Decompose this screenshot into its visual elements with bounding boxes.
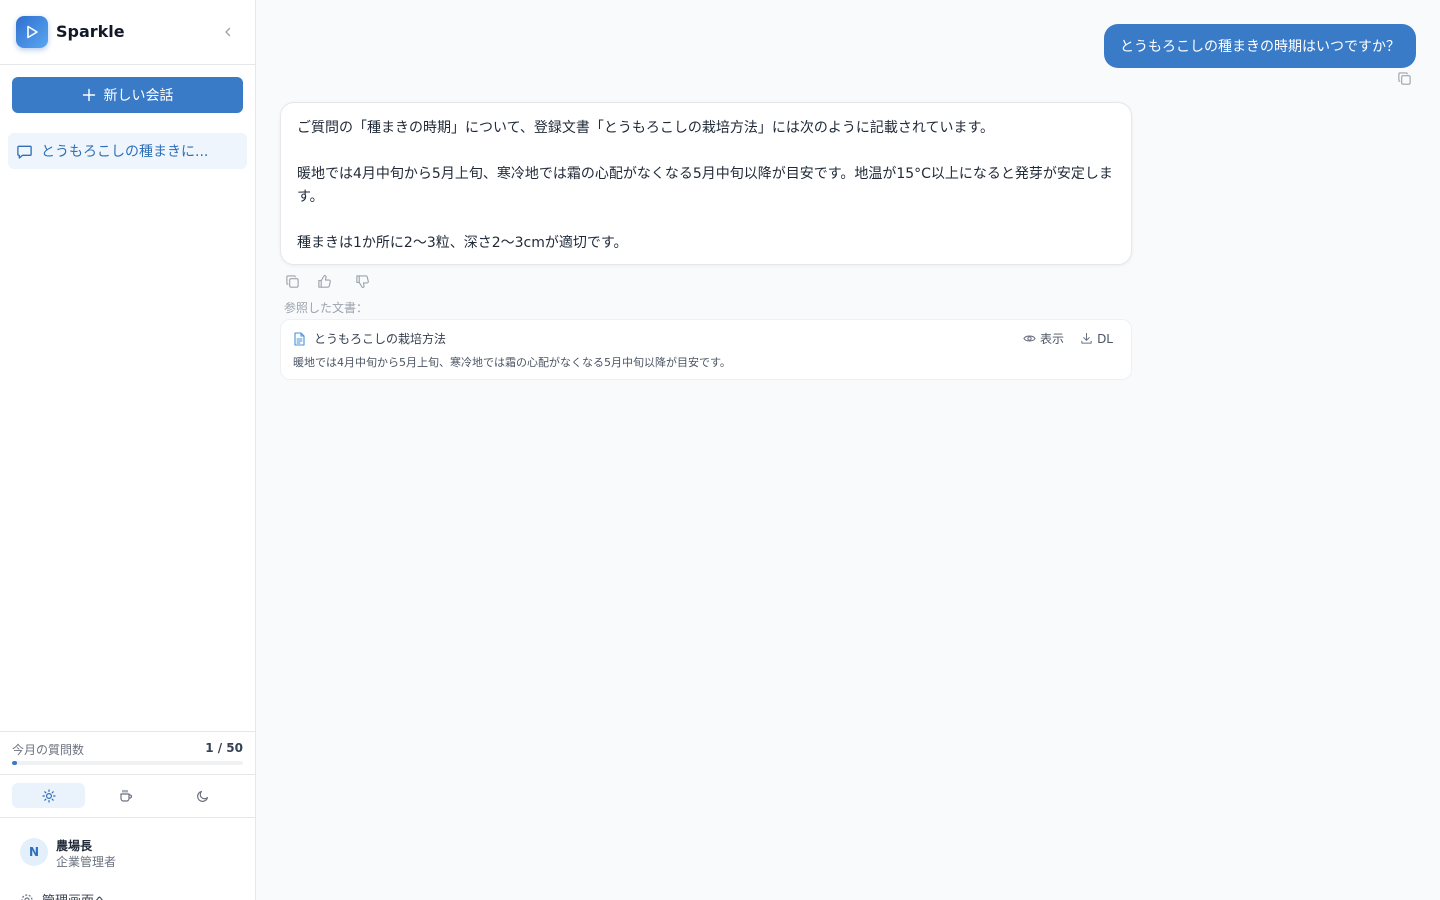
brand-header: Sparkle bbox=[0, 0, 255, 65]
download-document-button[interactable]: DL bbox=[1080, 330, 1113, 347]
play-logo-icon bbox=[27, 25, 38, 39]
chat-bubble-icon bbox=[17, 145, 32, 159]
user-role: 企業管理者 bbox=[56, 855, 117, 869]
reference-title-row[interactable]: とうもろこしの栽培方法 bbox=[293, 330, 446, 347]
download-label: DL bbox=[1097, 331, 1113, 346]
collapse-sidebar-button[interactable] bbox=[218, 22, 238, 42]
assistant-paragraph-3: 種まきは1か所に2〜3粒、深さ2〜3cmが適切です。 bbox=[297, 235, 628, 251]
coffee-icon bbox=[119, 789, 132, 802]
gear-icon bbox=[21, 893, 33, 900]
conversation-title: とうもろこしの種まきに... bbox=[41, 144, 209, 160]
usage-progress-fill bbox=[12, 761, 17, 765]
reference-actions: 表示 DL bbox=[1023, 330, 1113, 347]
theme-light-button[interactable] bbox=[12, 783, 85, 808]
thumbs-down-button[interactable] bbox=[354, 273, 370, 289]
sidebar: Sparkle 新しい会話 とうもろこしの種まきに... 今月の質問数 1 / … bbox=[0, 0, 256, 900]
copy-user-message-button[interactable] bbox=[1397, 71, 1413, 87]
download-icon bbox=[1081, 332, 1092, 344]
avatar[interactable]: N bbox=[20, 838, 48, 866]
usage-label: 今月の質問数 bbox=[12, 743, 85, 757]
assistant-message-bubble: ご質問の「種まきの時期」について、登録文書「とうもろこしの栽培方法」には次のよう… bbox=[280, 102, 1132, 265]
user-message-text: とうもろこしの種まきの時期はいつですか？ bbox=[1120, 39, 1400, 55]
thumbs-up-button[interactable] bbox=[316, 273, 332, 289]
admin-link-label: 管理画面へ bbox=[42, 890, 107, 900]
reference-card: とうもろこしの栽培方法 暖地では4月中旬から5月上旬、寒冷地では霜の心配がなくな… bbox=[280, 319, 1132, 380]
references-label: 参照した文書： bbox=[284, 301, 369, 315]
usage-panel: 今月の質問数 1 / 50 bbox=[0, 731, 255, 775]
copy-icon bbox=[1398, 72, 1411, 85]
view-document-button[interactable]: 表示 bbox=[1023, 330, 1064, 347]
app-logo bbox=[16, 16, 48, 48]
chat-area: とうもろこしの種まきの時期はいつですか？ ご質問の「種まきの時期」について、登録… bbox=[256, 0, 1440, 900]
user-profile: N 農場長 企業管理者 管理画面へ bbox=[0, 817, 255, 900]
new-chat-label: 新しい会話 bbox=[103, 88, 174, 104]
conversation-item[interactable]: とうもろこしの種まきに... bbox=[8, 133, 247, 169]
eye-icon bbox=[1023, 335, 1036, 342]
new-chat-button[interactable]: 新しい会話 bbox=[12, 77, 243, 113]
theme-dark-button[interactable] bbox=[166, 783, 239, 808]
thumbs-down-icon bbox=[355, 274, 369, 288]
thumbs-up-icon bbox=[317, 274, 331, 288]
usage-progress-bar bbox=[12, 761, 243, 765]
assistant-paragraph-1: ご質問の「種まきの時期」について、登録文書「とうもろこしの栽培方法」には次のよう… bbox=[297, 120, 995, 136]
document-icon bbox=[294, 331, 305, 346]
chevron-left-icon bbox=[225, 27, 231, 37]
view-label: 表示 bbox=[1040, 332, 1065, 346]
usage-count: 1 / 50 bbox=[205, 741, 243, 755]
reference-snippet: 暖地では4月中旬から5月上旬、寒冷地では霜の心配がなくなる5月中旬以降が目安です… bbox=[293, 356, 731, 369]
theme-switcher bbox=[12, 783, 243, 808]
theme-warm-button[interactable] bbox=[89, 783, 162, 808]
app-name: Sparkle bbox=[56, 22, 125, 41]
user-name: 農場長 bbox=[56, 839, 93, 853]
plus-icon bbox=[82, 88, 95, 102]
admin-link[interactable]: 管理画面へ bbox=[20, 890, 107, 900]
moon-icon bbox=[196, 790, 208, 802]
assistant-paragraph-2: 暖地では4月中旬から5月上旬、寒冷地では霜の心配がなくなる5月中旬以降が目安です… bbox=[297, 166, 1113, 205]
reference-title: とうもろこしの栽培方法 bbox=[314, 332, 447, 346]
user-message-bubble: とうもろこしの種まきの時期はいつですか？ bbox=[1104, 24, 1416, 68]
message-actions bbox=[284, 273, 370, 289]
copy-icon bbox=[285, 274, 299, 288]
copy-answer-button[interactable] bbox=[284, 273, 300, 289]
sun-icon bbox=[41, 788, 56, 803]
